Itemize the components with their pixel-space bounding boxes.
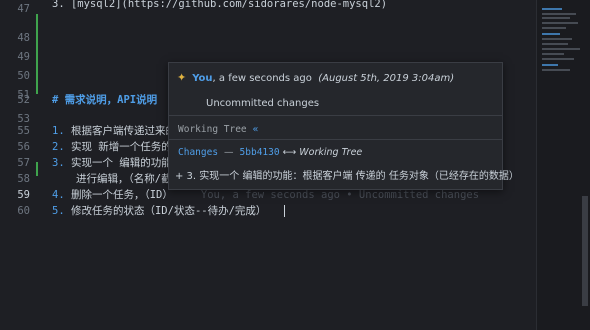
list-marker: 1. — [52, 125, 65, 137]
line-number: 52 — [17, 94, 30, 106]
list-text: 修改任务的状态（ID/状态--待办/完成） — [70, 205, 267, 217]
code-line[interactable]: 47 3. [mysql2](https://github.com/sidora… — [0, 0, 536, 19]
working-tree-row: Working Tree « — [178, 124, 258, 135]
minimap-line — [542, 33, 560, 35]
line-number: 50 — [17, 70, 30, 82]
commit-sha-link[interactable]: 5bb4130 — [240, 147, 280, 158]
minimap-line — [542, 48, 580, 50]
list-marker: 2. — [52, 141, 65, 153]
line-number: 48 — [17, 32, 30, 44]
minimap[interactable] — [536, 0, 590, 330]
changes-separator: — — [224, 147, 234, 158]
previous-revision-icon[interactable]: « — [253, 124, 259, 135]
hover-divider — [169, 139, 502, 140]
blame-relative-time: , a few seconds ago — [212, 73, 312, 84]
minimap-line — [542, 64, 558, 66]
list-marker: 5. — [52, 205, 65, 217]
minimap-line — [542, 43, 568, 45]
minimap-line — [542, 53, 564, 55]
git-modified-gutter — [36, 162, 38, 176]
list-text: 实现一个 编辑的功能： — [70, 157, 183, 169]
line-number: 60 — [17, 205, 30, 217]
text-cursor — [284, 205, 286, 217]
working-tree-label: Working Tree — [178, 124, 247, 135]
commit-star-icon: ✦ — [177, 71, 187, 84]
changes-link[interactable]: Changes — [178, 147, 218, 158]
line-number: 47 — [17, 3, 30, 15]
inline-blame: You, a few seconds ago • Uncommitted cha… — [200, 189, 480, 201]
code-line[interactable]: 60 5. 修改任务的状态（ID/状态--待办/完成） — [0, 202, 536, 221]
code-line[interactable]: 48 — [0, 29, 536, 48]
commit-message: Uncommitted changes — [206, 98, 320, 109]
blame-date: (August 5th, 2019 3:04am) — [318, 73, 455, 84]
blame-header: ✦ You, a few seconds ago (August 5th, 201… — [177, 71, 454, 84]
minimap-line — [542, 8, 562, 10]
list-marker: 3. — [52, 157, 65, 169]
minimap-line — [542, 27, 566, 29]
compare-target: Working Tree — [299, 147, 363, 158]
markdown-heading: # 需求说明，API说明 — [52, 94, 158, 106]
diff-line: + 3. 实现一个 编辑的功能：根据客户端 传递的 任务对象（已经存在的数据） — [175, 171, 519, 182]
git-blame-hover: ✦ You, a few seconds ago (August 5th, 201… — [168, 62, 519, 190]
list-text: 删除一个任务，（ID） — [70, 189, 173, 201]
minimap-line — [542, 22, 578, 24]
line-number: 49 — [17, 51, 30, 63]
list-text: 实现 新增一个任务的功 — [70, 141, 183, 153]
minimap-line — [542, 17, 570, 19]
list-text: 根据客户端传递过来的 — [70, 125, 176, 137]
minimap-line — [542, 38, 572, 40]
code-text: 5. 修改任务的状态（ID/状态--待办/完成） — [52, 202, 286, 221]
blame-author[interactable]: You — [192, 73, 212, 84]
scrollbar-thumb[interactable] — [582, 196, 588, 306]
hover-divider — [169, 115, 502, 116]
minimap-line — [542, 58, 574, 60]
minimap-line — [542, 13, 576, 15]
list-marker: 4. — [52, 189, 65, 201]
compare-arrow-icon: ⟷ — [282, 147, 297, 158]
git-modified-gutter — [36, 14, 38, 94]
code-text: 3. [mysql2](https://github.com/sidorares… — [52, 0, 388, 10]
changes-row: Changes — 5bb4130 ⟷ Working Tree — [178, 147, 362, 158]
minimap-line — [542, 69, 570, 71]
